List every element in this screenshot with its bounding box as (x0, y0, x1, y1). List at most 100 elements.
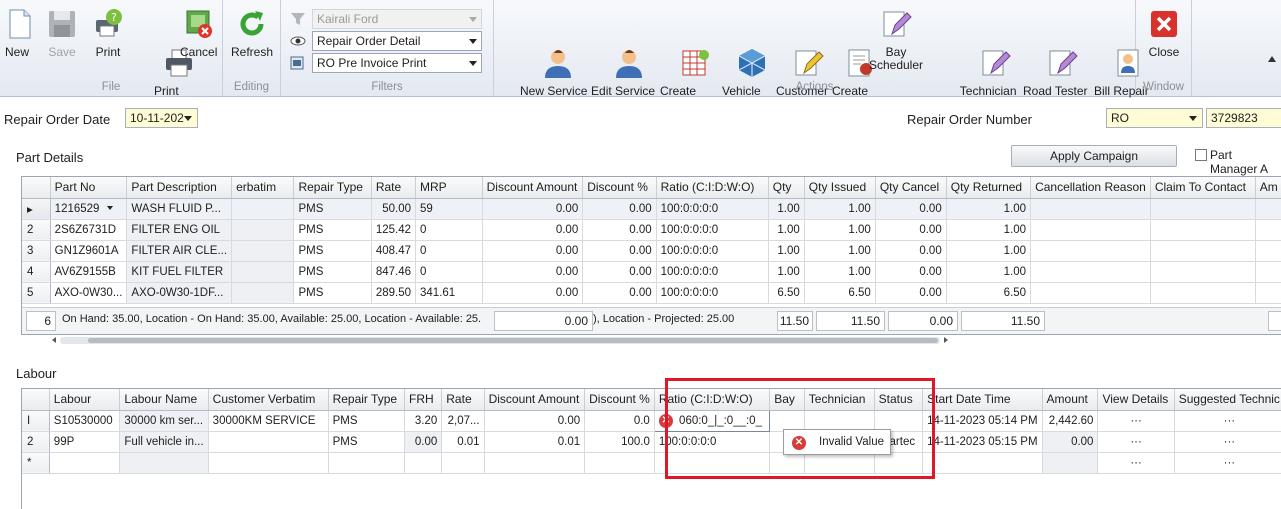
cancellation-reason-cell[interactable] (1030, 261, 1151, 283)
table-row[interactable]: ▸ 1216529 WASH FLUID P... PMS 50.00 59 0… (22, 198, 1281, 220)
start-date-time-cell[interactable]: 14-11-2023 05:14 PM (922, 410, 1043, 432)
mrp-cell[interactable]: 0 (415, 219, 483, 241)
col-discount-amount[interactable]: Discount Amount (482, 177, 584, 199)
discount-amount-cell[interactable]: 0.00 (482, 219, 584, 241)
bay-cell[interactable] (769, 410, 805, 432)
col-ratio[interactable]: Ratio (C:I:D:W:O) (656, 177, 769, 199)
technician-cell[interactable] (804, 410, 875, 432)
discount-pct-cell[interactable] (584, 452, 655, 474)
col-qty-returned[interactable]: Qty Returned (946, 177, 1032, 199)
ratio-cell[interactable]: 100:0:0:0:0 (654, 431, 771, 453)
col-suggested-technician[interactable]: Suggested Technic (1174, 389, 1281, 411)
qty-cancel-cell[interactable]: 0.00 (875, 240, 947, 262)
view-details-button[interactable]: ··· (1097, 431, 1175, 453)
cancellation-reason-cell[interactable] (1030, 198, 1151, 220)
ro-date-picker[interactable]: 10-11-202 (125, 108, 198, 128)
qty-returned-cell[interactable]: 1.00 (946, 198, 1032, 220)
discount-amount-cell[interactable]: 0.01 (484, 431, 586, 453)
amount-cell[interactable] (1255, 282, 1281, 304)
suggested-technician-button[interactable]: ··· (1174, 452, 1281, 474)
col-qty-issued[interactable]: Qty Issued (804, 177, 876, 199)
qty-returned-cell[interactable]: 6.50 (946, 282, 1032, 304)
qty-cell[interactable]: 6.50 (768, 282, 805, 304)
discount-amount-cell[interactable]: 0.00 (482, 261, 584, 283)
customer-verbatim-cell[interactable] (208, 431, 329, 453)
mrp-cell[interactable]: 0 (415, 240, 483, 262)
rate-cell[interactable]: 0.01 (441, 431, 485, 453)
labour-name-cell[interactable] (119, 452, 209, 474)
part-no-cell[interactable]: GN1Z9601A (50, 240, 128, 262)
rate-cell[interactable]: 125.42 (371, 219, 417, 241)
qty-cell[interactable]: 1.00 (768, 240, 805, 262)
col-verbatim[interactable]: erbatim (231, 177, 295, 199)
repair-type-cell[interactable]: PMS (293, 261, 372, 283)
status-cell[interactable] (874, 452, 924, 474)
col-rate[interactable]: Rate (441, 389, 485, 411)
ratio-cell[interactable] (654, 452, 771, 474)
part-no-cell[interactable]: 1216529 (50, 198, 128, 220)
view-details-button[interactable]: ··· (1097, 452, 1175, 474)
claim-to-contact-cell[interactable] (1150, 240, 1256, 262)
part-description-cell[interactable]: FILTER AIR CLE... (126, 240, 233, 262)
print-button[interactable]: ? Print (91, 8, 125, 59)
col-qty-cancel[interactable]: Qty Cancel (875, 177, 947, 199)
view-details-button[interactable]: ··· (1097, 410, 1175, 432)
repair-type-cell[interactable] (328, 452, 406, 474)
labour-name-cell[interactable]: Full vehicle in... (119, 431, 209, 453)
ratio-cell[interactable]: 100:0:0:0:0 (656, 219, 769, 241)
col-start-date-time[interactable]: Start Date Time (922, 389, 1043, 411)
ratio-cell[interactable]: 100:0:0:0:0 (656, 240, 769, 262)
labour-code-cell[interactable]: 99P (49, 431, 121, 453)
apply-campaign-button[interactable]: Apply Campaign (1011, 145, 1177, 167)
row-indicator[interactable]: 4 (22, 261, 51, 283)
bay-scheduler-button[interactable]: Bay Scheduler (860, 8, 932, 72)
part-description-cell[interactable]: AXO-0W30-1DF... (126, 282, 233, 304)
col-discount-amount[interactable]: Discount Amount (484, 389, 586, 411)
ratio-cell[interactable]: 100:0:0:0:0 (656, 261, 769, 283)
rate-cell[interactable]: 2,07... (441, 410, 485, 432)
discount-amount-cell[interactable]: 0.00 (482, 282, 584, 304)
verbatim-cell[interactable] (231, 219, 295, 241)
repair-type-cell[interactable]: PMS (328, 410, 406, 432)
row-indicator[interactable]: 5 (22, 282, 51, 304)
cancellation-reason-cell[interactable] (1030, 282, 1151, 304)
frh-cell[interactable] (404, 452, 443, 474)
col-view-details[interactable]: View Details (1097, 389, 1175, 411)
ratio-cell[interactable]: 100:0:0:0:0 (656, 282, 769, 304)
part-description-cell[interactable]: KIT FUEL FILTER (126, 261, 233, 283)
part-no-cell[interactable]: AXO-0W30... (50, 282, 128, 304)
start-date-time-cell[interactable]: 14-11-2023 05:15 PM (922, 431, 1043, 453)
col-repair-type[interactable]: Repair Type (328, 389, 406, 411)
part-no-cell[interactable]: AV6Z9155B (50, 261, 128, 283)
row-indicator[interactable]: 2 (22, 219, 51, 241)
labour-name-cell[interactable]: 30000 km ser... (119, 410, 209, 432)
table-row[interactable]: 4 AV6Z9155B KIT FUEL FILTER PMS 847.46 0… (22, 261, 1281, 283)
amount-cell[interactable] (1255, 219, 1281, 241)
discount-amount-cell[interactable]: 0.00 (484, 410, 586, 432)
cancellation-reason-cell[interactable] (1030, 240, 1151, 262)
qty-issued-cell[interactable]: 1.00 (804, 261, 876, 283)
col-mrp[interactable]: MRP (415, 177, 483, 199)
save-button[interactable]: Save (46, 8, 78, 59)
table-row[interactable]: I S10530000 30000 km ser... 30000KM SERV… (22, 409, 1281, 432)
claim-to-contact-cell[interactable] (1150, 261, 1256, 283)
qty-issued-cell[interactable]: 1.00 (804, 240, 876, 262)
amount-cell[interactable] (1042, 452, 1099, 474)
col-customer-verbatim[interactable]: Customer Verbatim (208, 389, 329, 411)
parts-horizontal-scrollbar[interactable] (60, 337, 940, 344)
col-discount-pct[interactable]: Discount % (584, 389, 655, 411)
view-select[interactable]: Repair Order Detail (312, 31, 482, 51)
ro-prefix-select[interactable]: RO (1106, 108, 1203, 128)
col-labour[interactable]: Labour (49, 389, 121, 411)
col-frh[interactable]: FRH (404, 389, 443, 411)
col-amount[interactable]: Amount (1042, 389, 1099, 411)
qty-cancel-cell[interactable]: 0.00 (875, 219, 947, 241)
col-amount[interactable]: Am (1255, 177, 1281, 199)
qty-cancel-cell[interactable]: 0.00 (875, 282, 947, 304)
ribbon-collapse-icon[interactable] (1268, 56, 1276, 62)
rate-cell[interactable]: 408.47 (371, 240, 417, 262)
verbatim-cell[interactable] (231, 240, 295, 262)
discount-pct-cell[interactable]: 0.00 (582, 240, 657, 262)
suggested-technician-button[interactable]: ··· (1174, 410, 1281, 432)
mrp-cell[interactable]: 59 (415, 198, 483, 220)
